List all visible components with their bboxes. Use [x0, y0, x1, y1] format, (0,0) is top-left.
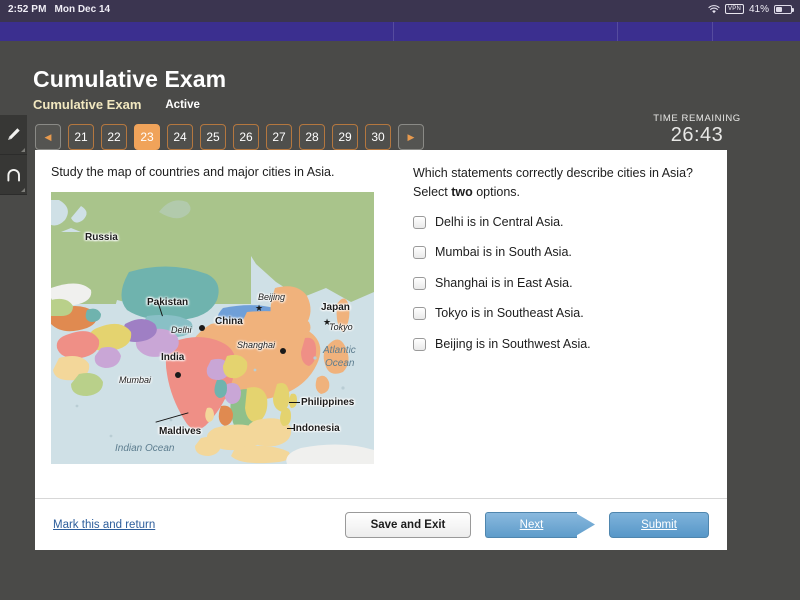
stimulus-prompt: Study the map of countries and major cit…: [51, 164, 391, 181]
map-label-maldives: Maldives: [159, 426, 201, 437]
pager-item-25[interactable]: 25: [200, 124, 226, 150]
question-select-post: options.: [473, 185, 520, 199]
option-label-1: Delhi is in Central Asia.: [435, 215, 564, 229]
screen-root: 2:52 PM Mon Dec 14 VPN 41% 🔒 r19.core.le…: [0, 0, 800, 600]
question-card-body: Study the map of countries and major cit…: [35, 150, 727, 498]
exam-subheader: Cumulative Exam Active: [33, 97, 200, 112]
pager-item-21[interactable]: 21: [68, 124, 94, 150]
asia-map-image: Russia Pakistan China India Japan Philip…: [51, 192, 374, 464]
question-card: Study the map of countries and major cit…: [35, 150, 727, 550]
undo-arrow-icon: [5, 166, 23, 183]
submit-button[interactable]: Submit: [609, 512, 709, 538]
map-label-shanghai: Shanghai: [237, 340, 275, 350]
map-marker-mumbai: [175, 372, 181, 378]
pager-next-button[interactable]: ▶: [398, 124, 424, 150]
option-label-3: Shanghai is in East Asia.: [435, 276, 573, 290]
exam-timer: TIME REMAINING 26:43: [612, 113, 782, 146]
battery-percent: 41%: [749, 4, 769, 15]
highlighter-tool-button[interactable]: [0, 115, 27, 155]
question-text: Which statements correctly describe citi…: [413, 164, 711, 201]
site-chrome-bar: [0, 22, 800, 41]
status-bar-right: VPN 41%: [708, 4, 800, 15]
pager-item-26[interactable]: 26: [233, 124, 259, 150]
pager-item-27[interactable]: 27: [266, 124, 292, 150]
checkbox-option-5[interactable]: [413, 338, 426, 351]
map-label-atlantic-ocean-line1: Atlantic: [323, 345, 356, 356]
option-row-3[interactable]: Shanghai is in East Asia.: [413, 276, 711, 290]
question-card-footer: Mark this and return Save and Exit Next …: [35, 498, 727, 550]
option-label-4: Tokyo is in Southeast Asia.: [435, 306, 584, 320]
map-label-indian-ocean: Indian Ocean: [115, 443, 175, 454]
map-label-pakistan: Pakistan: [147, 297, 188, 308]
question-line-1: Which statements correctly describe citi…: [413, 164, 711, 183]
option-label-2: Mumbai is in South Asia.: [435, 245, 572, 259]
checkbox-option-4[interactable]: [413, 307, 426, 320]
mark-and-return-link[interactable]: Mark this and return: [53, 519, 155, 531]
pager-item-23[interactable]: 23: [134, 124, 160, 150]
question-line-2: Select two options.: [413, 183, 711, 202]
checkbox-option-1[interactable]: [413, 216, 426, 229]
undo-tool-button[interactable]: [0, 155, 27, 195]
question-pager: ◀ 21 22 23 24 25 26 27 28 29 30 ▶: [35, 124, 424, 150]
checkbox-option-2[interactable]: [413, 246, 426, 259]
map-label-india: India: [161, 352, 184, 363]
pager-item-22[interactable]: 22: [101, 124, 127, 150]
status-bar-time: 2:52 PM: [8, 4, 47, 15]
map-marker-tokyo: ★: [323, 318, 331, 327]
footer-buttons: Save and Exit Next Submit: [345, 512, 709, 538]
option-row-1[interactable]: Delhi is in Central Asia.: [413, 215, 711, 229]
next-button-label: Next: [485, 512, 577, 538]
map-label-philippines: Philippines: [301, 397, 354, 408]
exam-status-label: Active: [165, 99, 200, 111]
question-select-count: two: [451, 185, 473, 199]
page-title: Cumulative Exam: [33, 66, 226, 93]
map-label-mumbai: Mumbai: [119, 375, 151, 385]
status-bar-date: Mon Dec 14: [55, 4, 111, 15]
ios-status-bar: 2:52 PM Mon Dec 14 VPN 41%: [0, 0, 800, 18]
highlighter-pen-icon: [5, 126, 22, 143]
tool-rail: [0, 115, 27, 195]
exam-name-label: Cumulative Exam: [33, 97, 141, 112]
map-label-japan: Japan: [321, 302, 350, 313]
battery-icon: [774, 5, 792, 14]
timer-label: TIME REMAINING: [612, 113, 782, 124]
status-bar-left: 2:52 PM Mon Dec 14: [0, 4, 110, 15]
map-marker-shanghai: [280, 348, 286, 354]
option-label-5: Beijing is in Southwest Asia.: [435, 337, 591, 351]
option-row-2[interactable]: Mumbai is in South Asia.: [413, 245, 711, 259]
pager-item-29[interactable]: 29: [332, 124, 358, 150]
map-label-delhi: Delhi: [171, 325, 192, 335]
map-label-russia: Russia: [85, 232, 118, 243]
map-marker-delhi: [199, 325, 205, 331]
pager-item-30[interactable]: 30: [365, 124, 391, 150]
map-label-atlantic-ocean-line2: Ocean: [325, 358, 354, 369]
checkbox-option-3[interactable]: [413, 277, 426, 290]
save-and-exit-button[interactable]: Save and Exit: [345, 512, 471, 538]
question-select-pre: Select: [413, 185, 451, 199]
map-leader-indonesia: [287, 428, 295, 429]
map-leader-philippines: [289, 402, 300, 403]
map-label-tokyo: Tokyo: [329, 322, 353, 332]
pager-prev-button[interactable]: ◀: [35, 124, 61, 150]
next-button[interactable]: Next: [485, 512, 595, 538]
stimulus-column: Study the map of countries and major cit…: [51, 164, 391, 498]
wifi-icon: [708, 5, 720, 14]
map-label-indonesia: Indonesia: [293, 423, 340, 434]
vpn-badge: VPN: [725, 4, 744, 14]
map-label-china: China: [215, 316, 243, 327]
map-label-beijing: Beijing: [258, 292, 285, 302]
option-row-5[interactable]: Beijing is in Southwest Asia.: [413, 337, 711, 351]
pager-item-28[interactable]: 28: [299, 124, 325, 150]
timer-value: 26:43: [671, 124, 724, 146]
answer-options-list: Delhi is in Central Asia. Mumbai is in S…: [413, 215, 711, 351]
answer-column: Which statements correctly describe citi…: [391, 164, 711, 498]
map-marker-beijing: ★: [255, 304, 263, 313]
option-row-4[interactable]: Tokyo is in Southeast Asia.: [413, 306, 711, 320]
pager-item-24[interactable]: 24: [167, 124, 193, 150]
